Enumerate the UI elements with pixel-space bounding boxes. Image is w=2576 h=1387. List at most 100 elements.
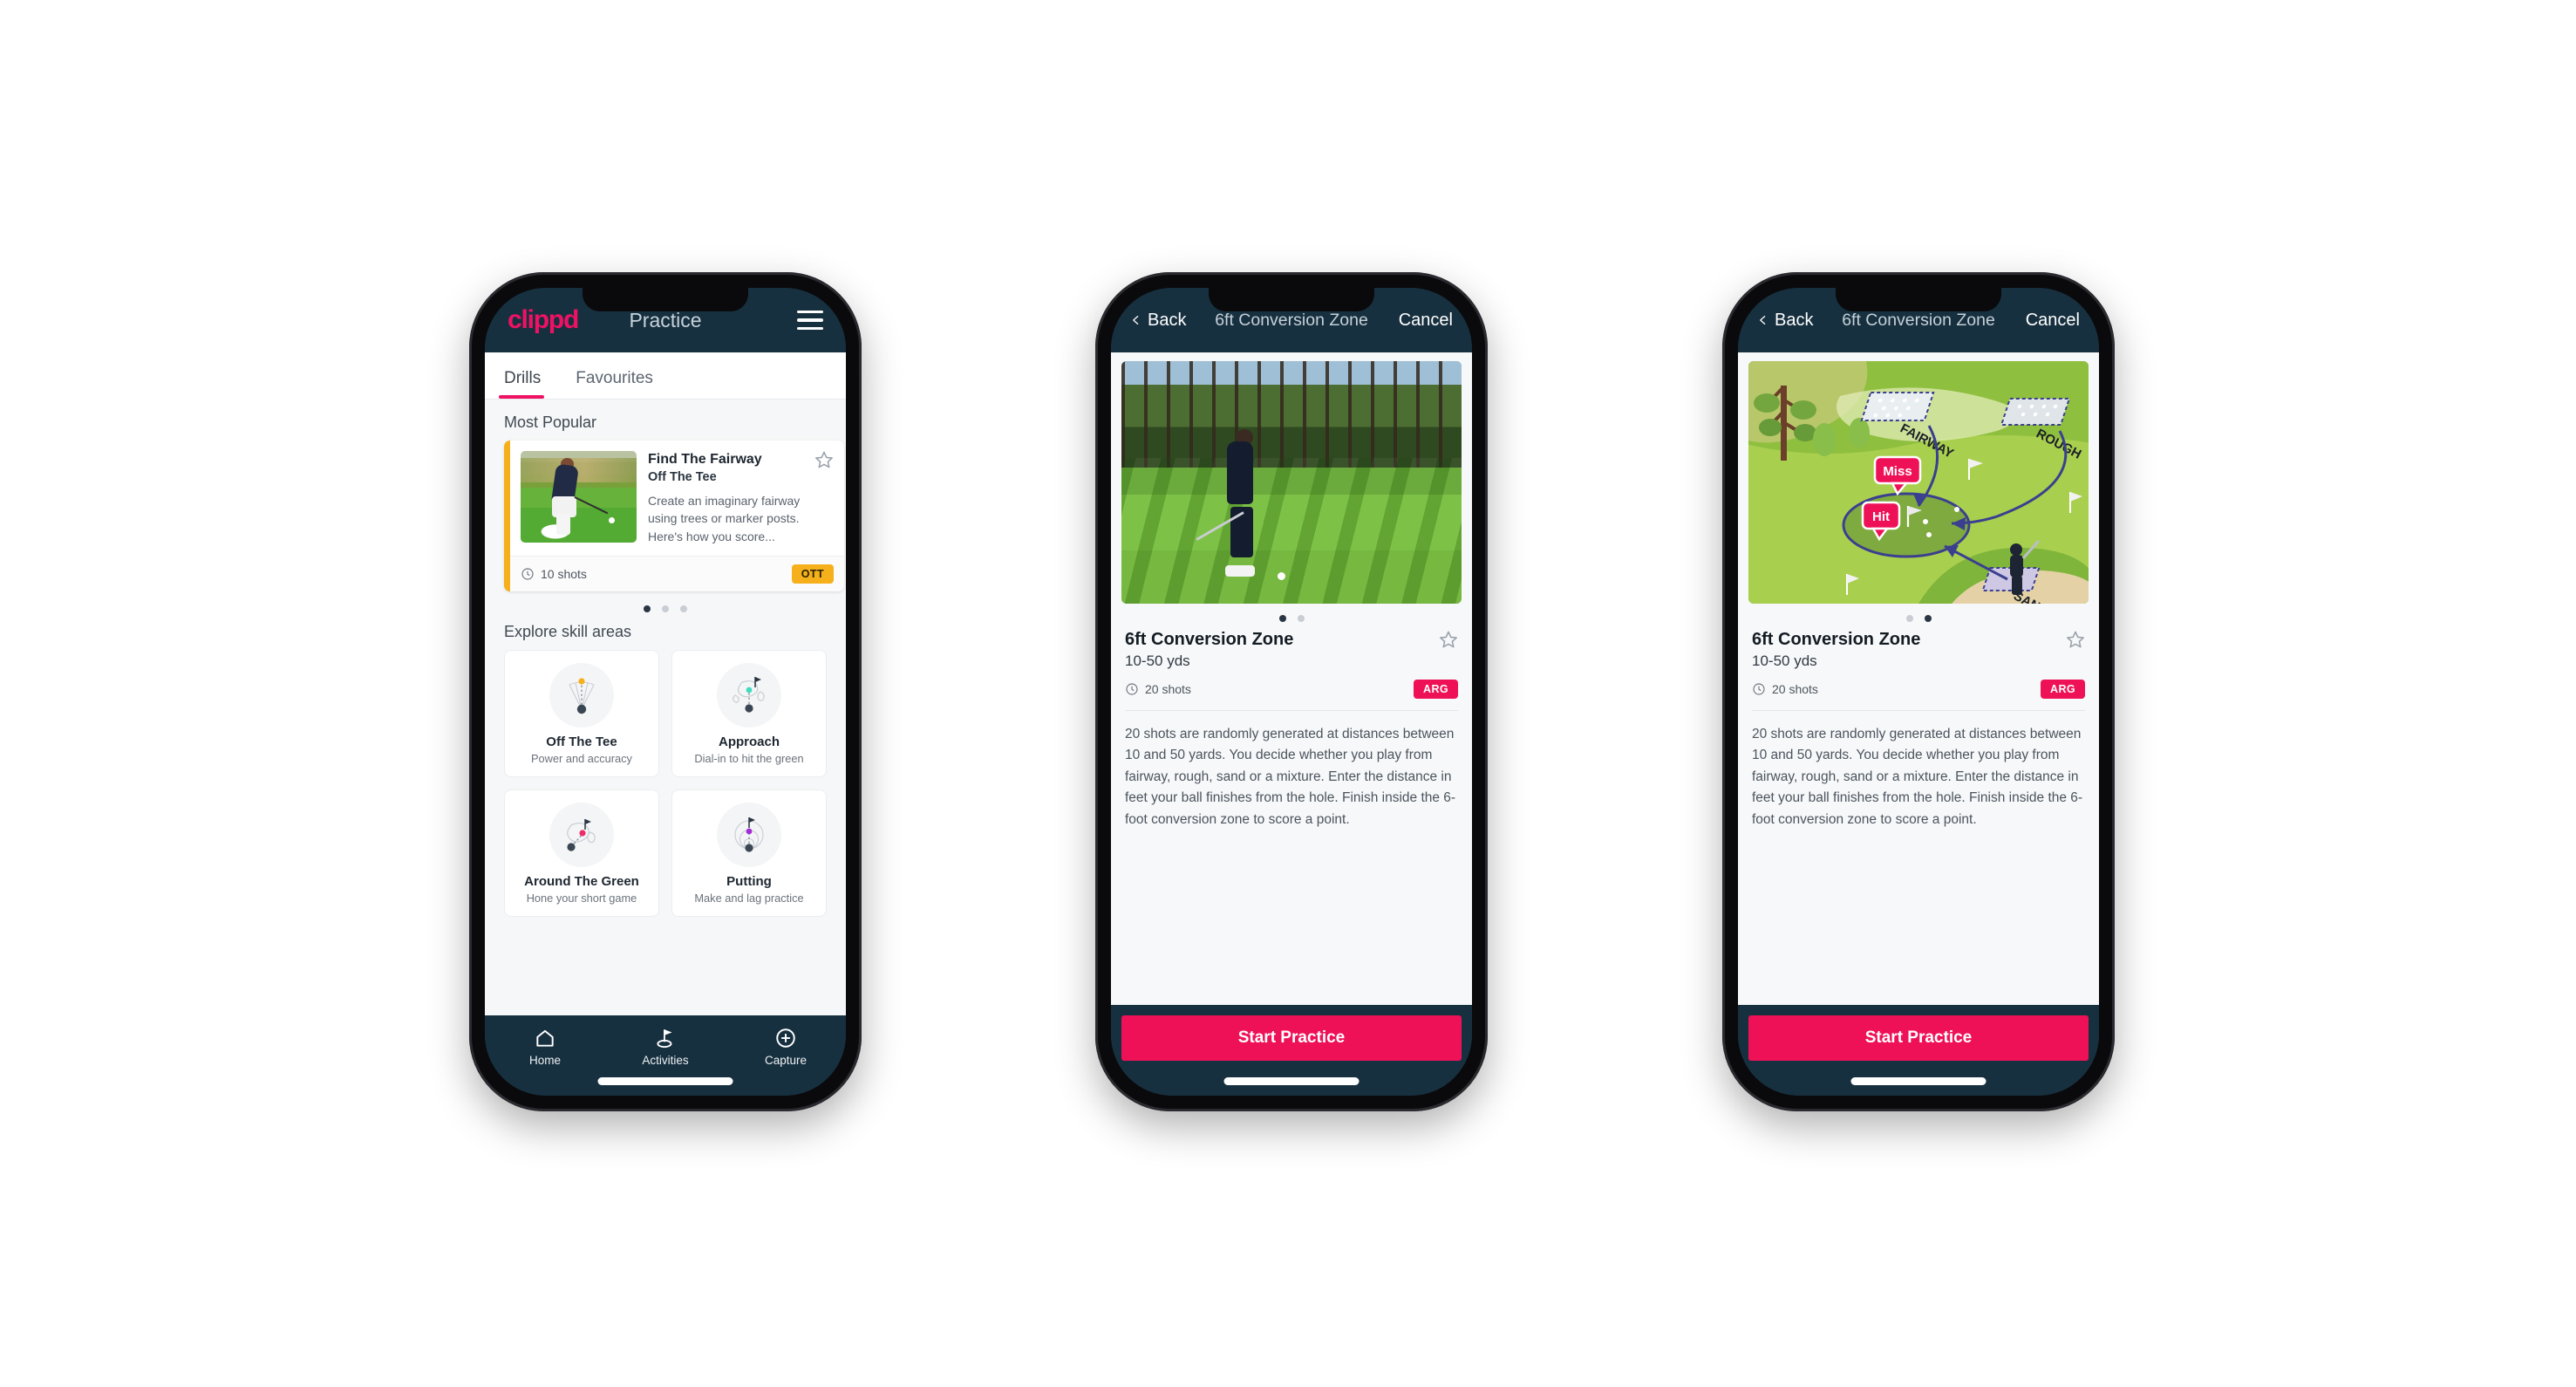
- nav-label: Capture: [764, 1054, 808, 1067]
- cancel-button[interactable]: Cancel: [2026, 311, 2080, 331]
- detail-body: FAIRWAY ROUGH Miss Hit 6ft Conversion Zo…: [1738, 352, 2099, 1005]
- home-indicator: [1223, 1077, 1360, 1085]
- chevron-left-icon: [1757, 311, 1768, 329]
- most-popular-label: Most Popular: [504, 413, 597, 431]
- skill-card-putting[interactable]: Putting Make and lag practice: [671, 789, 827, 918]
- nav-item-activities[interactable]: Activities: [605, 1027, 726, 1067]
- media-dot-2[interactable]: [1297, 615, 1305, 622]
- back-button[interactable]: Back: [1130, 311, 1186, 331]
- media-dot-1[interactable]: [1905, 615, 1913, 622]
- popular-carousel[interactable]: Find The Fairway Off The Tee Create an i…: [485, 441, 846, 592]
- media-dots[interactable]: [1748, 604, 2089, 630]
- carousel-dots[interactable]: [485, 591, 846, 618]
- cancel-button[interactable]: Cancel: [1399, 311, 1453, 331]
- clock-icon: [1125, 682, 1139, 696]
- drill-description: Create an imaginary fairway using trees …: [648, 494, 801, 543]
- drill-description: 20 shots are randomly generated at dista…: [1752, 727, 2083, 827]
- putting-rings-icon: [717, 803, 781, 868]
- media-dot-1[interactable]: [1278, 615, 1286, 622]
- home-indicator: [1850, 1077, 1987, 1085]
- carousel-dot-3[interactable]: [680, 605, 687, 613]
- phone-mockup-drill-detail-illustration: Back 6ft Conversion Zone Cancel FAIRWAY …: [1722, 272, 2115, 1111]
- plus-circle-icon: [774, 1027, 797, 1049]
- drill-name: 6ft Conversion Zone: [1125, 630, 1294, 649]
- skill-areas-grid: Off The Tee Power and accuracy Approach …: [504, 650, 827, 918]
- back-button[interactable]: Back: [1757, 311, 1813, 331]
- skill-areas-label: Explore skill areas: [504, 623, 632, 641]
- golf-flag-icon: [654, 1027, 677, 1049]
- drill-badge: ARG: [1414, 680, 1458, 699]
- start-practice-button[interactable]: Start Practice: [1748, 1015, 2089, 1061]
- green-approach-icon: [717, 663, 781, 728]
- chip-green-icon: [549, 803, 614, 868]
- app-logo[interactable]: clippd: [508, 307, 579, 333]
- drill-media-illustration[interactable]: FAIRWAY ROUGH Miss Hit: [1748, 361, 2089, 604]
- nav-item-capture[interactable]: Capture: [726, 1027, 846, 1067]
- chevron-left-icon: [1130, 311, 1141, 329]
- drill-media-video[interactable]: [1121, 361, 1462, 604]
- carousel-dot-2[interactable]: [662, 605, 669, 613]
- nav-label: Home: [528, 1054, 561, 1067]
- drill-info-row: 20 shots ARG: [1748, 670, 2089, 699]
- svg-text:Miss: Miss: [1883, 464, 1912, 479]
- svg-text:Hit: Hit: [1872, 509, 1890, 524]
- carousel-track: Find The Fairway Off The Tee Create an i…: [504, 441, 844, 592]
- phone-mockup-practice-list: clippd Practice Drills Favourites Most P…: [469, 272, 862, 1111]
- course-map-illustration: FAIRWAY ROUGH Miss Hit: [1748, 361, 2089, 604]
- clock-icon: [521, 567, 535, 581]
- phone-mockup-drill-detail-video: Back 6ft Conversion Zone Cancel 6ft Conv…: [1095, 272, 1488, 1111]
- carousel-dot-1[interactable]: [644, 605, 651, 613]
- drill-card-footer: 10 shots OTT: [510, 556, 844, 592]
- media-dots[interactable]: [1121, 604, 1462, 630]
- drill-name: 6ft Conversion Zone: [1752, 630, 1921, 649]
- detail-title-row: 6ft Conversion Zone: [1121, 630, 1462, 650]
- tab-drills[interactable]: Drills: [498, 369, 548, 399]
- star-outline-icon[interactable]: [814, 450, 834, 469]
- nav-item-home[interactable]: Home: [485, 1027, 605, 1067]
- nav-label: Activities: [642, 1054, 689, 1067]
- star-outline-icon[interactable]: [2066, 630, 2085, 649]
- skill-card-around-the-green[interactable]: Around The Green Hone your short game: [504, 789, 659, 918]
- detail-title-row: 6ft Conversion Zone: [1748, 630, 2089, 650]
- tee-fan-icon: [549, 663, 614, 728]
- phone3-screen: Back 6ft Conversion Zone Cancel FAIRWAY …: [1738, 288, 2099, 1096]
- screenshot-stage: clippd Practice Drills Favourites Most P…: [0, 0, 2576, 1387]
- phone-notch: [583, 288, 748, 311]
- drill-shots: 20 shots: [1772, 682, 1818, 696]
- detail-body: 6ft Conversion Zone 10-50 yds 20 shots A…: [1111, 352, 1472, 1005]
- phone-notch: [1836, 288, 2001, 311]
- skill-name: Approach: [718, 734, 780, 750]
- drill-info-row: 20 shots ARG: [1121, 670, 1462, 699]
- drill-card[interactable]: Find The Fairway Off The Tee Create an i…: [504, 441, 844, 592]
- drill-card-meta: Find The Fairway Off The Tee Create an i…: [648, 451, 834, 545]
- drill-subtitle: Off The Tee: [648, 470, 717, 485]
- drill-shots: 20 shots: [1145, 682, 1191, 696]
- skill-card-off-the-tee[interactable]: Off The Tee Power and accuracy: [504, 650, 659, 778]
- skill-desc: Dial-in to hit the green: [694, 752, 804, 766]
- hamburger-icon[interactable]: [797, 311, 823, 330]
- back-label: Back: [1148, 310, 1187, 330]
- tab-favourites[interactable]: Favourites: [576, 369, 660, 399]
- drill-card-top: Find The Fairway Off The Tee Create an i…: [510, 441, 844, 556]
- practice-body: Drills Favourites Most Popular Find The …: [485, 352, 846, 1015]
- home-icon: [534, 1027, 556, 1049]
- drill-thumbnail: [521, 451, 637, 543]
- skill-card-approach[interactable]: Approach Dial-in to hit the green: [671, 650, 827, 778]
- drill-distance: 10-50 yds: [1125, 653, 1190, 669]
- phone2-screen: Back 6ft Conversion Zone Cancel 6ft Conv…: [1111, 288, 1472, 1096]
- home-indicator: [597, 1077, 733, 1085]
- media-dot-2[interactable]: [1924, 615, 1932, 622]
- clock-icon: [1752, 682, 1766, 696]
- tab-bar: Drills Favourites: [485, 352, 846, 400]
- start-practice-button[interactable]: Start Practice: [1121, 1015, 1462, 1061]
- drill-distance: 10-50 yds: [1752, 653, 1817, 669]
- drill-title: Find The Fairway: [648, 452, 762, 467]
- skill-desc: Make and lag practice: [694, 892, 804, 905]
- drill-badge: OTT: [791, 564, 834, 584]
- drill-shots: 10 shots: [541, 567, 587, 582]
- drill-description: 20 shots are randomly generated at dista…: [1125, 727, 1456, 827]
- skill-name: Off The Tee: [546, 734, 617, 750]
- golfer-chipping-photo: [1121, 361, 1462, 604]
- star-outline-icon[interactable]: [1439, 630, 1458, 649]
- skill-areas-section: Explore skill areas Off The Tee Power an…: [485, 618, 846, 1015]
